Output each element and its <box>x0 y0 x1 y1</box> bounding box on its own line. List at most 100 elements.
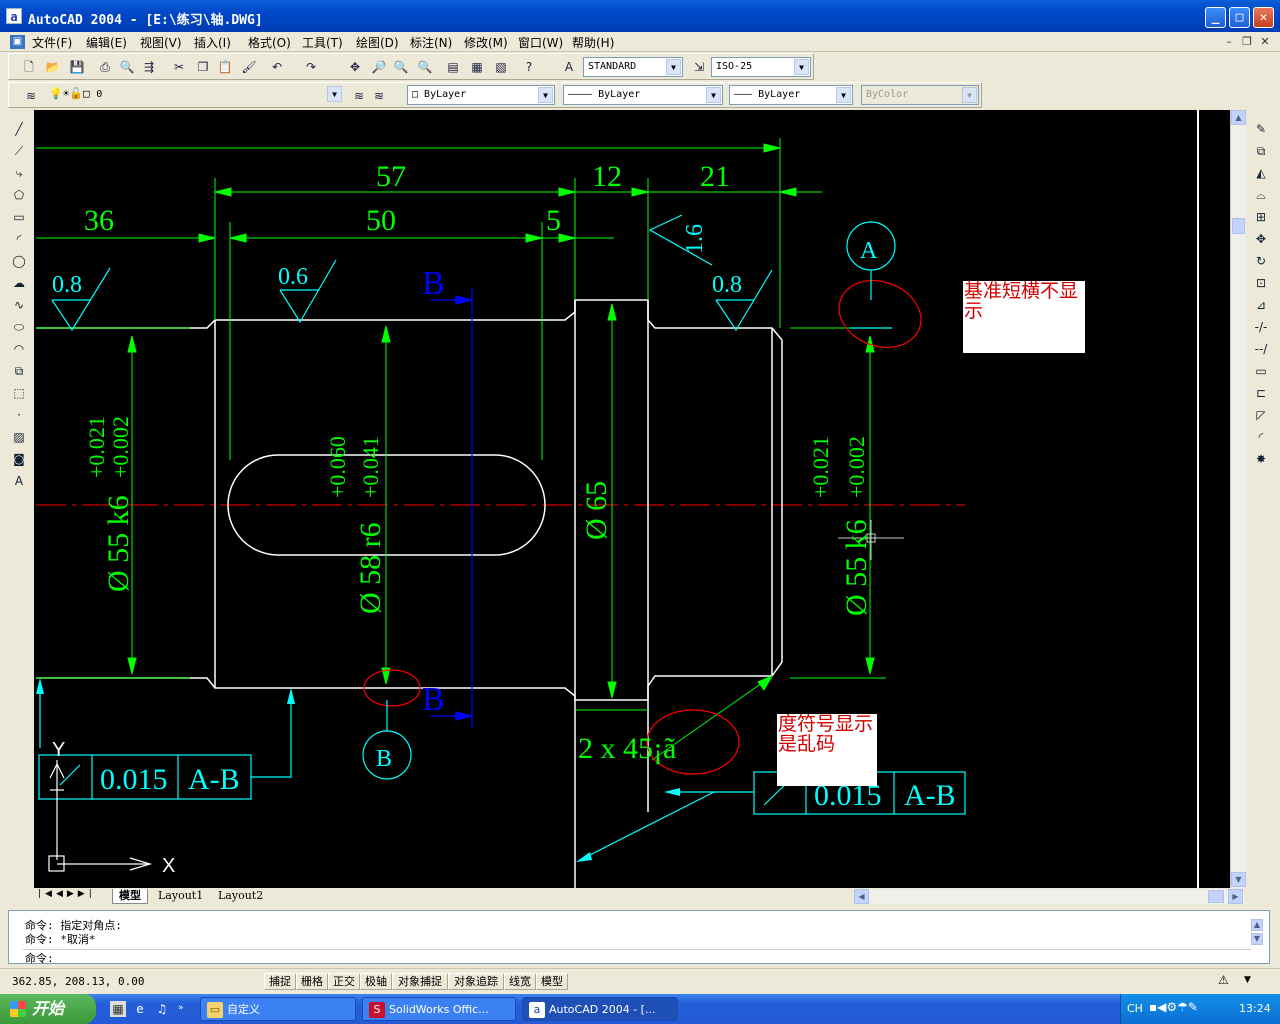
vertical-scrollbar[interactable]: ▲ ▼ <box>1230 110 1246 888</box>
start-button[interactable]: 开始 <box>0 994 96 1024</box>
copy-icon[interactable]: ❐ <box>193 58 213 76</box>
doc-close-icon[interactable]: ✕ <box>1258 35 1272 49</box>
ie-icon[interactable]: e <box>132 1001 148 1017</box>
tab-layout1[interactable]: Layout1 <box>152 889 209 904</box>
undo-icon[interactable]: ↶ <box>267 58 287 76</box>
point-icon[interactable]: · <box>10 406 28 424</box>
menu-draw[interactable]: 绘图(D) <box>356 34 399 51</box>
scroll-right-icon[interactable]: ▶ <box>1228 889 1243 904</box>
coordinate-readout[interactable]: 362.85, 208.13, 0.00 <box>8 973 258 990</box>
menu-insert[interactable]: 插入(I) <box>194 34 231 51</box>
color-select[interactable]: □ ByLayer ▼ <box>407 85 555 105</box>
menu-edit[interactable]: 编辑(E) <box>86 34 127 51</box>
menu-dimension[interactable]: 标注(N) <box>410 34 452 51</box>
menu-tools[interactable]: 工具(T) <box>302 34 343 51</box>
cmd-scroll-down-icon[interactable]: ▼ <box>1251 933 1263 945</box>
doc-minimize-icon[interactable]: – <box>1222 35 1236 49</box>
menu-help[interactable]: 帮助(H) <box>572 34 614 51</box>
cut-icon[interactable]: ✂ <box>169 58 189 76</box>
scroll-up-icon[interactable]: ▲ <box>1231 110 1246 125</box>
erase-icon[interactable]: ✎ <box>1252 120 1270 138</box>
revision-cloud-icon[interactable]: ☁ <box>10 274 28 292</box>
grid-toggle[interactable]: 栅格 <box>296 973 328 990</box>
minimize-button[interactable]: _ <box>1205 7 1226 28</box>
properties-icon[interactable]: ▤ <box>443 58 463 76</box>
construction-line-icon[interactable]: ⟋ <box>10 142 28 160</box>
zoom-window-icon[interactable]: 🔍 <box>391 58 411 76</box>
tab-model[interactable]: 模型 <box>112 889 148 904</box>
line-tool-icon[interactable]: ╱ <box>10 120 28 138</box>
tray-icons[interactable]: ▪◀⚙☂✎ <box>1149 1000 1198 1014</box>
save-icon[interactable]: 💾 <box>67 58 87 76</box>
design-center-icon[interactable]: ▦ <box>467 58 487 76</box>
make-object-layer-current-icon[interactable]: ≋ <box>349 87 369 105</box>
text-style-icon[interactable]: A <box>559 58 579 76</box>
publish-icon[interactable]: ⇶ <box>139 58 159 76</box>
scroll-thumb[interactable] <box>1232 218 1245 234</box>
explode-icon[interactable]: ✸ <box>1252 450 1270 468</box>
close-button[interactable]: ✕ <box>1253 7 1274 28</box>
doc-restore-icon[interactable]: ❐ <box>1240 35 1254 49</box>
quicklaunch-more-icon[interactable]: » <box>178 1003 184 1013</box>
text-style-select[interactable]: STANDARD ▼ <box>583 57 683 77</box>
fillet-icon[interactable]: ◜ <box>1252 428 1270 446</box>
tab-layout2[interactable]: Layout2 <box>212 889 269 904</box>
ime-indicator[interactable]: CH <box>1127 1002 1143 1015</box>
zoom-previous-icon[interactable]: 🔍 <box>415 58 435 76</box>
task-autocad[interactable]: a AutoCAD 2004 - [... <box>522 997 678 1021</box>
quicklaunch-app-icon[interactable]: ▦ <box>110 1001 126 1017</box>
print-preview-icon[interactable]: 🔍 <box>117 58 137 76</box>
horizontal-scrollbar[interactable]: ◀ ▶ <box>854 889 1244 904</box>
hscroll-thumb[interactable] <box>1208 890 1224 903</box>
layer-select[interactable]: 💡☀🔓□ 0 ▼ <box>45 85 343 105</box>
menu-window[interactable]: 窗口(W) <box>518 34 563 51</box>
trim-icon[interactable]: -/- <box>1252 318 1270 336</box>
multiline-text-icon[interactable]: A <box>10 472 28 490</box>
copy-object-icon[interactable]: ⧉ <box>1252 142 1270 160</box>
model-toggle[interactable]: 模型 <box>536 973 568 990</box>
menu-format[interactable]: 格式(O) <box>248 34 291 51</box>
insert-block-icon[interactable]: ⧉ <box>10 362 28 380</box>
otrack-toggle[interactable]: 对象追踪 <box>448 973 504 990</box>
break-icon[interactable]: ⊏ <box>1252 384 1270 402</box>
chamfer-icon[interactable]: ◸ <box>1252 406 1270 424</box>
maximize-button[interactable]: □ <box>1229 7 1250 28</box>
scroll-left-icon[interactable]: ◀ <box>854 889 869 904</box>
mirror-icon[interactable]: ◭ <box>1252 164 1270 182</box>
media-icon[interactable]: ♫ <box>154 1001 170 1017</box>
snap-toggle[interactable]: 捕捉 <box>264 973 296 990</box>
cmd-scroll-up-icon[interactable]: ▲ <box>1251 919 1263 931</box>
ellipse-icon[interactable]: ⬭ <box>10 318 28 336</box>
lineweight-select[interactable]: ——— ByLayer ▼ <box>729 85 853 105</box>
polyline-icon[interactable]: ⤷ <box>10 164 28 182</box>
circle-icon[interactable]: ◯ <box>10 252 28 270</box>
scroll-down-icon[interactable]: ▼ <box>1231 872 1246 887</box>
open-file-icon[interactable]: 📂 <box>43 58 63 76</box>
new-file-icon[interactable]: 🗋 <box>19 58 39 76</box>
move-icon[interactable]: ✥ <box>1252 230 1270 248</box>
arc-icon[interactable]: ◜ <box>10 230 28 248</box>
print-icon[interactable]: ⎙ <box>95 58 115 76</box>
array-icon[interactable]: ⊞ <box>1252 208 1270 226</box>
dim-style-icon[interactable]: ⇲ <box>689 58 709 76</box>
task-customize[interactable]: ▭ 自定义 <box>200 997 356 1021</box>
match-properties-icon[interactable]: 🖌 <box>239 58 259 76</box>
document-menu-icon[interactable]: ▣ <box>10 35 25 49</box>
extend-icon[interactable]: --/ <box>1252 340 1270 358</box>
paste-icon[interactable]: 📋 <box>215 58 235 76</box>
layer-previous-icon[interactable]: ≋ <box>369 87 389 105</box>
layer-manager-icon[interactable]: ≋ <box>21 87 41 105</box>
region-icon[interactable]: ◙ <box>10 450 28 468</box>
command-window[interactable]: 命令: 指定对角点: 命令: *取消* 命令: ▲ ▼ <box>8 910 1270 965</box>
pan-icon[interactable]: ✥ <box>345 58 365 76</box>
rotate-icon[interactable]: ↻ <box>1252 252 1270 270</box>
offset-icon[interactable]: ⌓ <box>1252 186 1270 204</box>
polar-toggle[interactable]: 极轴 <box>360 973 392 990</box>
menu-view[interactable]: 视图(V) <box>140 34 182 51</box>
dim-style-select[interactable]: ISO-25 ▼ <box>711 57 811 77</box>
spline-icon[interactable]: ∿ <box>10 296 28 314</box>
task-solidworks[interactable]: S SolidWorks Offic... <box>362 997 516 1021</box>
status-menu-icon[interactable]: ▼ <box>1244 975 1251 985</box>
zoom-realtime-icon[interactable]: 🔎 <box>369 58 389 76</box>
clock[interactable]: 13:24 <box>1239 1002 1271 1015</box>
